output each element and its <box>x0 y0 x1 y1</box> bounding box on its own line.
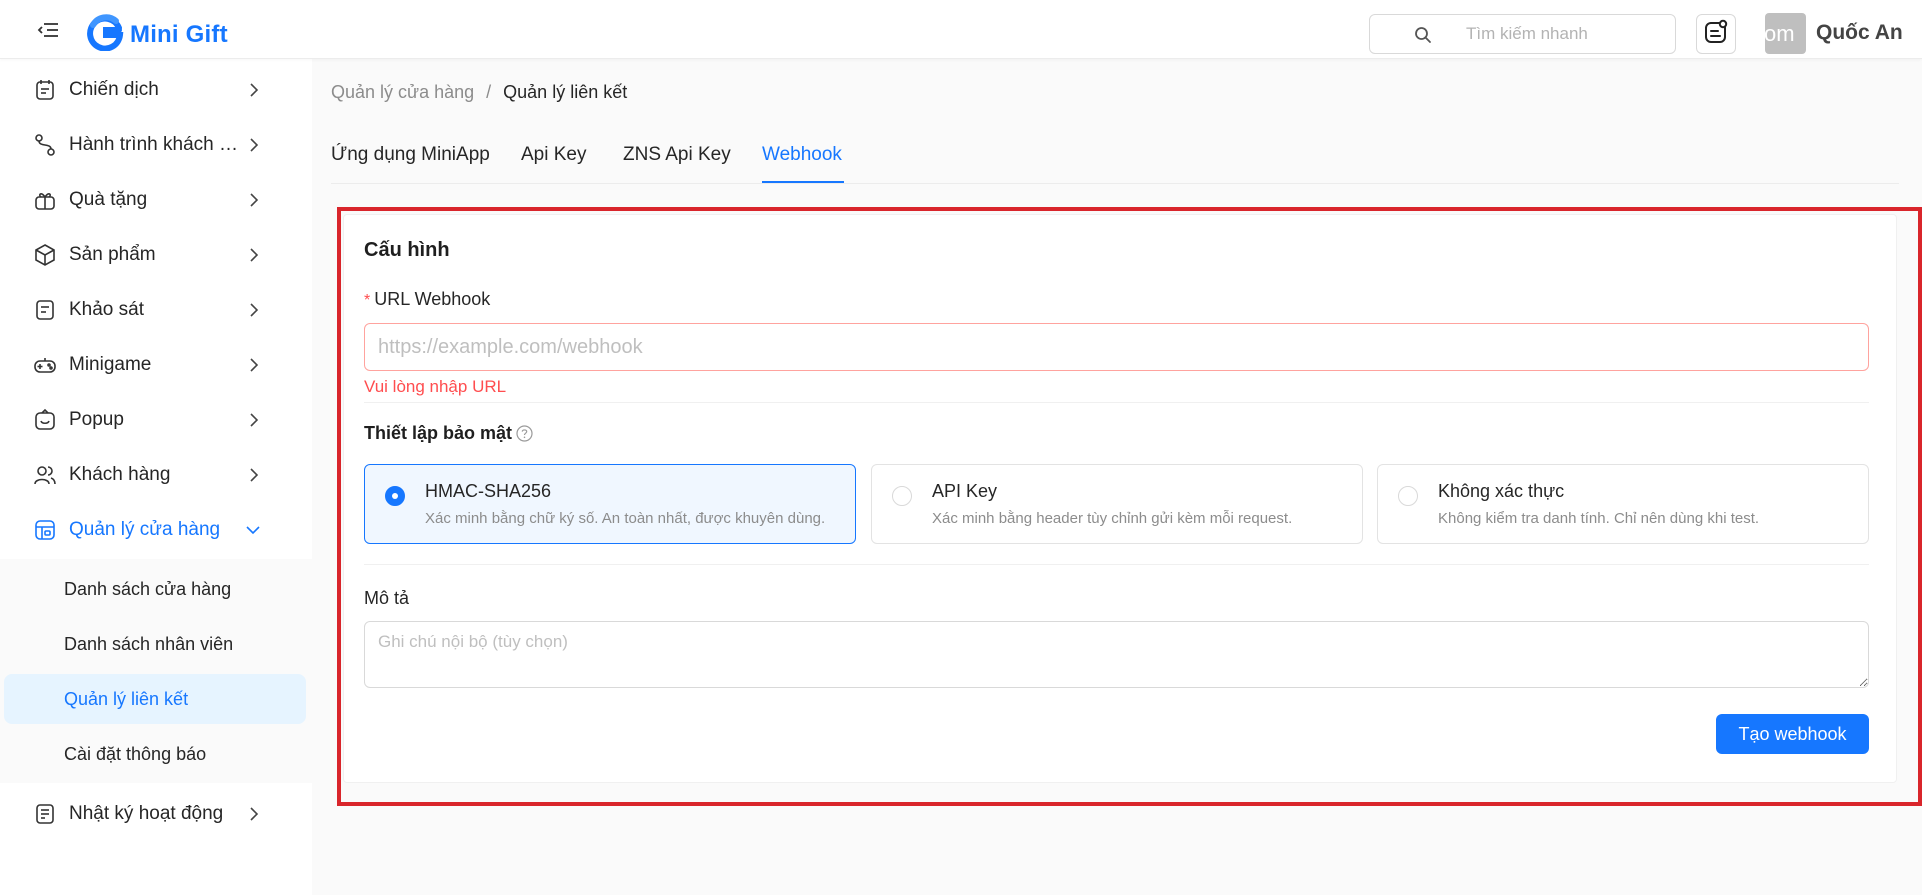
chevron-right-icon <box>247 356 261 374</box>
tabs: Ứng dụng MiniApp Api Key ZNS Api Key Web… <box>331 126 1899 184</box>
url-webhook-label-text: URL Webhook <box>374 289 491 309</box>
description-label: Mô tả <box>364 588 410 608</box>
logo[interactable]: Mini Gift <box>86 13 228 56</box>
sidebar-item-label: Popup <box>69 409 124 430</box>
store-icon <box>33 518 57 542</box>
chevron-right-icon <box>247 805 261 823</box>
log-icon <box>33 802 57 826</box>
sidebar-item-journey[interactable]: Hành trình khách hàng <box>0 117 312 172</box>
sidebar-item-campaign[interactable]: Chiến dịch <box>0 62 312 117</box>
sidebar-item-minigame[interactable]: Minigame <box>0 337 312 392</box>
option-desc: Xác minh bằng header tùy chỉnh gửi kèm m… <box>932 510 1293 527</box>
webhook-config-card: Cấu hình *URL Webhook Vui lòng nhập URL … <box>343 214 1897 783</box>
users-icon <box>33 463 57 487</box>
sidebar-item-label: Sản phẩm <box>69 244 156 265</box>
radio-hmac[interactable] <box>385 486 405 506</box>
required-mark: * <box>364 292 371 309</box>
tab-webhook[interactable]: Webhook <box>762 144 842 166</box>
submenu-item-label: Cài đặt thông báo <box>64 744 207 764</box>
breadcrumb-parent[interactable]: Quản lý cửa hàng <box>331 82 474 103</box>
option-title: HMAC-SHA256 <box>425 481 552 501</box>
sidebar-item-store-management[interactable]: Quản lý cửa hàng <box>0 502 312 557</box>
gift-icon <box>33 188 57 212</box>
security-option-hmac[interactable]: HMAC-SHA256 Xác minh bằng chữ ký số. An … <box>364 464 856 544</box>
tab-active-indicator <box>762 181 844 183</box>
user-name[interactable]: Quốc An <box>1816 21 1903 45</box>
security-section-title: Thiết lập bảo mật <box>364 423 533 444</box>
sidebar-item-popup[interactable]: Popup <box>0 392 312 447</box>
sidebar-item-label: Quản lý cửa hàng <box>69 519 221 540</box>
security-title-text: Thiết lập bảo mật <box>364 423 513 443</box>
notification-button[interactable] <box>1696 14 1736 54</box>
option-desc: Xác minh bằng chữ ký số. An toàn nhất, đ… <box>425 510 826 527</box>
chevron-right-icon <box>247 466 261 484</box>
option-title: API Key <box>932 481 998 501</box>
sidebar-item-activity-log[interactable]: Nhật ký hoạt động <box>0 786 312 841</box>
gamepad-icon <box>33 353 57 377</box>
submenu-item-link-management[interactable]: Quản lý liên kết <box>4 674 306 724</box>
submenu-item-staff-list[interactable]: Danh sách nhân viên <box>4 619 306 669</box>
radio-api-key[interactable] <box>892 486 912 506</box>
quick-search[interactable] <box>1369 14 1676 54</box>
logo-text: Mini Gift <box>130 20 228 48</box>
create-webhook-button[interactable]: Tạo webhook <box>1716 714 1869 754</box>
chevron-right-icon <box>247 136 261 154</box>
chevron-right-icon <box>247 246 261 264</box>
url-webhook-label: * URL Webhook <box>364 289 490 310</box>
sidebar-item-label: Hành trình khách hàng <box>69 134 239 155</box>
option-desc: Không kiểm tra danh tính. Chỉ nên dùng k… <box>1438 510 1760 527</box>
sidebar-item-survey[interactable]: Khảo sát <box>0 282 312 337</box>
sidebar-item-customers[interactable]: Khách hàng <box>0 447 312 502</box>
option-title: Không xác thực <box>1438 481 1565 501</box>
url-error-message: Vui lòng nhập URL <box>364 377 507 396</box>
survey-icon <box>33 298 57 322</box>
store-submenu: Danh sách cửa hàng Danh sách nhân viên Q… <box>0 559 312 783</box>
search-icon <box>1414 26 1432 49</box>
submenu-item-store-list[interactable]: Danh sách cửa hàng <box>4 564 306 614</box>
chevron-right-icon <box>247 411 261 429</box>
description-textarea[interactable] <box>364 621 1869 688</box>
radio-none[interactable] <box>1398 486 1418 506</box>
submenu-item-label: Danh sách nhân viên <box>64 634 234 654</box>
sidebar-item-label: Khảo sát <box>69 299 144 320</box>
notification-icon <box>1703 19 1729 50</box>
tab-miniapp[interactable]: Ứng dụng MiniApp <box>331 144 490 166</box>
popup-icon <box>33 408 57 432</box>
chevron-down-icon <box>244 521 262 539</box>
search-input[interactable] <box>1466 23 1666 45</box>
breadcrumb-separator: / <box>486 82 492 102</box>
logo-g-icon <box>86 13 124 56</box>
sidebar-item-label: Chiến dịch <box>69 79 159 100</box>
chevron-right-icon <box>247 81 261 99</box>
breadcrumb-current: Quản lý liên kết <box>503 82 628 102</box>
card-title: Cấu hình <box>364 239 450 261</box>
menu-fold-icon[interactable] <box>37 22 59 38</box>
sidebar-item-products[interactable]: Sản phẩm <box>0 227 312 282</box>
security-option-api-key[interactable]: API Key Xác minh bằng header tùy chỉnh g… <box>871 464 1363 544</box>
tab-zns-api-key[interactable]: ZNS Api Key <box>623 144 731 166</box>
submenu-item-label: Danh sách cửa hàng <box>64 579 232 599</box>
submenu-item-notification-settings[interactable]: Cài đặt thông báo <box>4 729 306 779</box>
sidebar: Chiến dịch Hành trình khách hàng Quà tặn… <box>0 59 312 895</box>
divider <box>364 402 1869 403</box>
campaign-icon <box>33 78 57 102</box>
sidebar-item-label: Quà tặng <box>69 189 148 210</box>
box-icon <box>33 243 57 267</box>
sidebar-item-label: Khách hàng <box>69 464 171 485</box>
chevron-right-icon <box>247 301 261 319</box>
journey-icon <box>33 133 57 157</box>
avatar[interactable]: com <box>1765 13 1806 54</box>
url-webhook-input[interactable] <box>364 323 1869 371</box>
sidebar-item-label: Minigame <box>69 354 152 375</box>
sidebar-item-gifts[interactable]: Quà tặng <box>0 172 312 227</box>
chevron-right-icon <box>247 191 261 209</box>
security-option-none[interactable]: Không xác thực Không kiểm tra danh tính.… <box>1377 464 1869 544</box>
top-header: Mini Gift com Quốc An <box>0 0 1922 59</box>
tab-api-key[interactable]: Api Key <box>521 144 586 166</box>
sidebar-item-label: Nhật ký hoạt động <box>69 803 224 824</box>
question-circle-icon[interactable] <box>516 425 533 442</box>
breadcrumb: Quản lý cửa hàng / Quản lý liên kết <box>331 82 627 103</box>
submenu-item-label: Quản lý liên kết <box>64 689 189 709</box>
divider <box>364 564 1869 565</box>
